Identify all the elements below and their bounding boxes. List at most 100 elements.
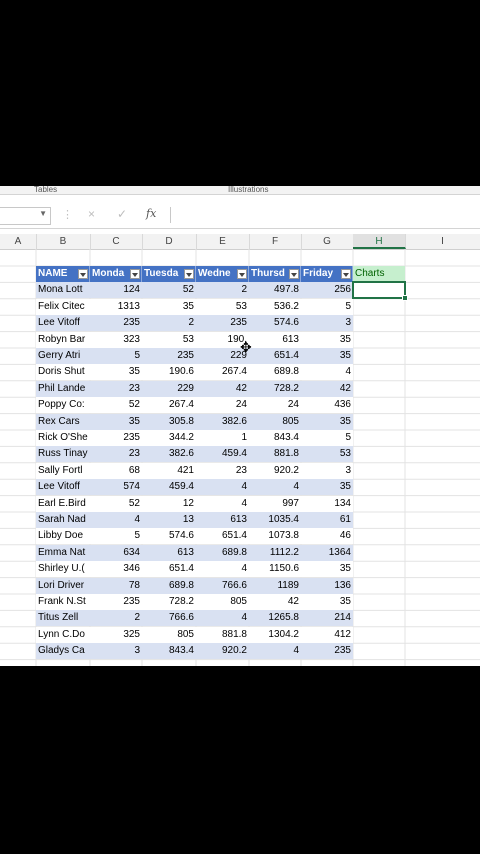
name-cell[interactable]: Felix Citec (36, 298, 90, 315)
value-cell[interactable]: 134 (301, 495, 353, 512)
value-cell[interactable]: 5 (301, 430, 353, 446)
value-cell[interactable]: 613 (249, 331, 301, 348)
value-cell[interactable]: 5 (301, 298, 353, 315)
value-cell[interactable]: 42 (249, 594, 301, 610)
name-cell[interactable]: Poppy Co: (36, 397, 90, 414)
value-cell[interactable]: 46 (301, 528, 353, 545)
value-cell[interactable]: 5 (90, 528, 142, 545)
active-cell-h2[interactable] (352, 281, 408, 301)
value-cell[interactable]: 35 (301, 348, 353, 364)
value-cell[interactable]: 323 (90, 331, 142, 348)
value-cell[interactable]: 214 (301, 610, 353, 627)
value-cell[interactable]: 4 (90, 512, 142, 528)
value-cell[interactable]: 35 (301, 331, 353, 348)
value-cell[interactable]: 497.8 (249, 282, 301, 299)
value-cell[interactable]: 1150.6 (249, 561, 301, 578)
value-cell[interactable]: 53 (196, 298, 249, 315)
column-header-d[interactable]: D (142, 234, 197, 249)
value-cell[interactable]: 35 (301, 561, 353, 578)
value-cell[interactable]: 613 (142, 544, 196, 561)
column-header-g[interactable]: G (301, 234, 354, 249)
value-cell[interactable]: 843.4 (142, 643, 196, 660)
value-cell[interactable]: 235 (142, 348, 196, 364)
value-cell[interactable]: 4 (196, 479, 249, 496)
value-cell[interactable]: 12 (142, 495, 196, 512)
value-cell[interactable]: 35 (301, 594, 353, 610)
value-cell[interactable]: 382.6 (196, 413, 249, 430)
name-cell[interactable]: Libby Doe (36, 528, 90, 545)
name-cell[interactable]: Phil Lande (36, 380, 90, 397)
column-header-b[interactable]: B (36, 234, 91, 249)
value-cell[interactable]: 805 (196, 594, 249, 610)
value-cell[interactable]: 3 (90, 643, 142, 660)
value-cell[interactable]: 3 (301, 315, 353, 332)
value-cell[interactable]: 52 (90, 495, 142, 512)
value-cell[interactable]: 843.4 (249, 430, 301, 446)
value-cell[interactable]: 805 (249, 413, 301, 430)
value-cell[interactable]: 1265.8 (249, 610, 301, 627)
value-cell[interactable]: 920.2 (196, 643, 249, 660)
value-cell[interactable]: 421 (142, 462, 196, 479)
column-header-e[interactable]: E (196, 234, 250, 249)
name-cell[interactable]: Frank N.St (36, 594, 90, 610)
value-cell[interactable]: 267.4 (142, 397, 196, 414)
value-cell[interactable]: 997 (249, 495, 301, 512)
value-cell[interactable]: 190.6 (142, 364, 196, 381)
name-cell[interactable]: Rick O'She (36, 430, 90, 446)
table-header-monda[interactable]: Monda (90, 266, 142, 282)
value-cell[interactable]: 24 (249, 397, 301, 414)
value-cell[interactable]: 68 (90, 462, 142, 479)
value-cell[interactable]: 13 (142, 512, 196, 528)
name-cell[interactable]: Lori Driver (36, 577, 90, 594)
value-cell[interactable]: 1112.2 (249, 544, 301, 561)
filter-dropdown-icon[interactable] (289, 269, 299, 279)
name-cell[interactable]: Emma Nat (36, 544, 90, 561)
table-header-friday[interactable]: Friday (301, 266, 353, 282)
table-header-wedne[interactable]: Wedne (196, 266, 249, 282)
value-cell[interactable]: 805 (142, 626, 196, 643)
filter-dropdown-icon[interactable] (341, 269, 351, 279)
charts-cell[interactable]: Charts (353, 266, 405, 282)
column-header-i[interactable]: I (405, 234, 480, 249)
value-cell[interactable]: 4 (249, 479, 301, 496)
value-cell[interactable]: 436 (301, 397, 353, 414)
value-cell[interactable]: 459.4 (196, 446, 249, 463)
value-cell[interactable]: 382.6 (142, 446, 196, 463)
value-cell[interactable]: 651.4 (196, 528, 249, 545)
value-cell[interactable]: 5 (90, 348, 142, 364)
ribbon-group-tables[interactable]: Tables (34, 186, 57, 194)
value-cell[interactable]: 4 (196, 495, 249, 512)
table-header-tuesda[interactable]: Tuesda (142, 266, 196, 282)
value-cell[interactable]: 689.8 (196, 544, 249, 561)
name-cell[interactable]: Shirley U.( (36, 561, 90, 578)
value-cell[interactable]: 136 (301, 577, 353, 594)
name-cell[interactable]: Gladys Ca (36, 643, 90, 660)
table-header-thursd[interactable]: Thursd (249, 266, 301, 282)
cancel-icon[interactable]: × (88, 207, 95, 221)
value-cell[interactable]: 61 (301, 512, 353, 528)
name-cell[interactable]: Russ Tinay (36, 446, 90, 463)
value-cell[interactable]: 4 (196, 610, 249, 627)
column-header-h[interactable]: H (353, 234, 406, 249)
value-cell[interactable]: 235 (301, 643, 353, 660)
name-cell[interactable]: Lee Vitoff (36, 315, 90, 332)
value-cell[interactable]: 4 (249, 643, 301, 660)
value-cell[interactable]: 1304.2 (249, 626, 301, 643)
value-cell[interactable]: 920.2 (249, 462, 301, 479)
value-cell[interactable]: 346 (90, 561, 142, 578)
formula-input[interactable] (170, 207, 480, 223)
name-cell[interactable]: Sally Fortl (36, 462, 90, 479)
value-cell[interactable]: 881.8 (196, 626, 249, 643)
value-cell[interactable]: 1313 (90, 298, 142, 315)
value-cell[interactable]: 24 (196, 397, 249, 414)
value-cell[interactable]: 235 (90, 315, 142, 332)
ribbon-group-illustrations[interactable]: Illustrations (228, 186, 268, 194)
value-cell[interactable]: 23 (90, 446, 142, 463)
filter-dropdown-icon[interactable] (237, 269, 247, 279)
value-cell[interactable]: 412 (301, 626, 353, 643)
value-cell[interactable]: 689.8 (249, 364, 301, 381)
value-cell[interactable]: 4 (301, 364, 353, 381)
value-cell[interactable]: 634 (90, 544, 142, 561)
value-cell[interactable]: 23 (90, 380, 142, 397)
name-cell[interactable]: Sarah Nad (36, 512, 90, 528)
